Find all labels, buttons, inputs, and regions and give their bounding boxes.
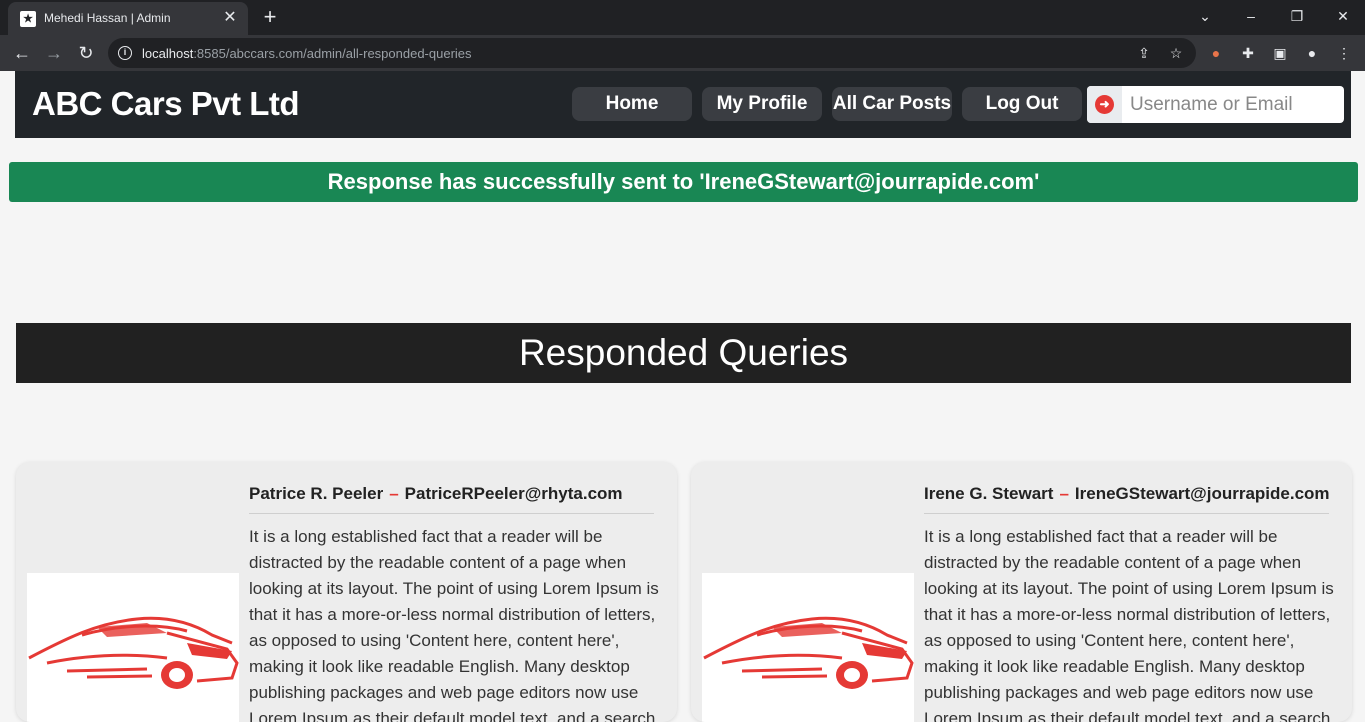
- address-bar[interactable]: i localhost:8585/abccars.com/admin/all-r…: [108, 38, 1196, 68]
- page-title: Responded Queries: [16, 323, 1351, 383]
- menu-kebab-icon[interactable]: ⋮: [1333, 42, 1355, 64]
- query-card: Irene G. Stewart – IreneGStewart@jourrapid…: [691, 462, 1352, 722]
- car-logo-image: [27, 573, 239, 722]
- query-sender-email[interactable]: PatriceRPeeler@rhyta.com: [405, 484, 623, 503]
- nav-my-profile-button[interactable]: My Profile: [702, 87, 822, 121]
- browser-toolbar: ← → ↻ i localhost:8585/abccars.com/admin…: [0, 35, 1365, 71]
- car-logo-image: [702, 573, 914, 722]
- query-sender-name: Irene G. Stewart: [924, 484, 1054, 503]
- search-button[interactable]: ➜: [1087, 86, 1122, 123]
- new-tab-icon[interactable]: +: [258, 5, 282, 29]
- share-icon[interactable]: ⇪: [1134, 43, 1154, 63]
- cookie-extension-icon[interactable]: ●: [1205, 42, 1227, 64]
- query-card: Patrice R. Peeler – PatriceRPeeler@rhyta.c…: [16, 462, 677, 722]
- tab-search-icon[interactable]: ⌄: [1190, 4, 1220, 28]
- nav-all-car-posts-button[interactable]: All Car Posts: [832, 87, 952, 121]
- close-window-icon[interactable]: ✕: [1328, 4, 1358, 28]
- car-silhouette-icon: [28, 616, 239, 689]
- extensions-puzzle-icon[interactable]: ✚: [1237, 42, 1259, 64]
- site-header: ABC Cars Pvt Ltd Home My Profile All Car…: [15, 71, 1351, 138]
- nav-log-out-button[interactable]: Log Out: [962, 87, 1082, 121]
- minimize-icon[interactable]: –: [1236, 4, 1266, 28]
- separator-dash: –: [389, 484, 399, 503]
- separator-dash: –: [1059, 484, 1069, 503]
- back-icon[interactable]: ←: [10, 41, 34, 65]
- forward-icon[interactable]: →: [42, 41, 66, 65]
- query-sender-name: Patrice R. Peeler: [249, 484, 384, 503]
- bookmark-star-icon[interactable]: ☆: [1166, 43, 1186, 63]
- query-header: Irene G. Stewart – IreneGStewart@jourrapid…: [924, 484, 1330, 514]
- close-tab-icon[interactable]: ✕: [220, 8, 240, 28]
- restore-icon[interactable]: ❐: [1282, 4, 1312, 28]
- url-text: localhost:8585/abccars.com/admin/all-res…: [142, 46, 472, 61]
- query-message: It is a long established fact that a rea…: [924, 527, 1334, 722]
- side-panel-icon[interactable]: ▣: [1269, 42, 1291, 64]
- favicon-icon: ★: [20, 11, 36, 27]
- query-header: Patrice R. Peeler – PatriceRPeeler@rhyta.c…: [249, 484, 654, 514]
- query-sender-email[interactable]: IreneGStewart@jourrapide.com: [1075, 484, 1330, 503]
- browser-tab-bar: ★ Mehedi Hassan | Admin ✕ + ⌄ – ❐ ✕: [0, 0, 1365, 35]
- query-message: It is a long established fact that a rea…: [249, 527, 659, 722]
- brand-logo-text[interactable]: ABC Cars Pvt Ltd: [32, 85, 300, 123]
- site-info-icon[interactable]: i: [118, 46, 132, 60]
- search-input[interactable]: [1122, 86, 1344, 123]
- reload-icon[interactable]: ↻: [74, 41, 98, 65]
- search-box: ➜: [1087, 86, 1344, 123]
- browser-tab[interactable]: ★ Mehedi Hassan | Admin ✕: [8, 2, 248, 35]
- car-silhouette-icon: [703, 616, 914, 689]
- profile-avatar-icon[interactable]: ●: [1301, 42, 1323, 64]
- tab-title: Mehedi Hassan | Admin: [44, 11, 171, 25]
- nav-home-button[interactable]: Home: [572, 87, 692, 121]
- success-alert: Response has successfully sent to 'Irene…: [9, 162, 1358, 202]
- search-icon: ➜: [1095, 95, 1114, 114]
